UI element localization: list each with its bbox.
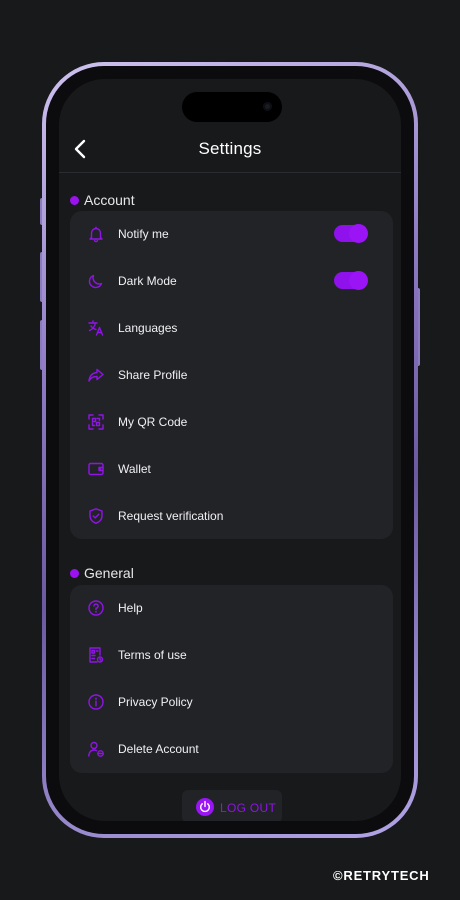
item-label: Delete Account: [118, 742, 199, 756]
bell-icon: [89, 226, 103, 243]
settings-item-wallet[interactable]: Wallet: [70, 446, 393, 493]
shield-check-icon: [89, 508, 103, 524]
item-label: Dark Mode: [118, 274, 177, 288]
camera-icon: [263, 102, 272, 111]
bullet-dot: [70, 195, 79, 205]
item-label: Languages: [118, 321, 178, 335]
settings-item-share-profile[interactable]: Share Profile: [70, 352, 393, 399]
settings-item-privacy-policy[interactable]: Privacy Policy: [70, 679, 393, 726]
settings-item-languages[interactable]: Languages: [70, 305, 393, 352]
settings-item-request-verification[interactable]: Request verification: [70, 493, 393, 540]
settings-item-notify-me[interactable]: Notify me: [70, 211, 393, 258]
logout-button[interactable]: LOG OUT: [182, 790, 282, 821]
item-label: Share Profile: [118, 368, 188, 382]
user-remove-icon: [88, 741, 104, 757]
section-label: General: [84, 565, 134, 581]
share-arrow-icon: [88, 368, 104, 382]
header: Settings: [59, 127, 401, 173]
item-label: Help: [118, 601, 143, 615]
settings-item-help[interactable]: Help: [70, 585, 393, 632]
item-label: Terms of use: [118, 648, 187, 662]
account-section-header: Account: [70, 192, 135, 208]
item-label: Privacy Policy: [118, 695, 193, 709]
item-label: Wallet: [118, 462, 151, 476]
item-label: My QR Code: [118, 415, 188, 429]
settings-screen: Settings Account Notify me Dark Mode Lan…: [59, 79, 401, 821]
dark-mode-toggle[interactable]: [334, 271, 368, 290]
toggle-knob: [349, 224, 368, 243]
page-title: Settings: [198, 139, 262, 158]
watermark: ©RETRYTECH: [333, 868, 430, 883]
help-icon: [88, 600, 104, 616]
settings-item-terms-of-use[interactable]: Terms of use: [70, 632, 393, 679]
document-icon: [89, 647, 104, 663]
logout-label: LOG OUT: [220, 801, 277, 815]
item-label: Request verification: [118, 509, 224, 523]
bullet-dot: [70, 568, 79, 578]
power-icon: [196, 798, 214, 816]
translate-icon: [88, 320, 104, 336]
general-card: Help Terms of use Privacy Policy Delete …: [70, 585, 393, 773]
section-label: Account: [84, 192, 135, 208]
toggle-knob: [349, 271, 368, 290]
phone-frame: Settings Account Notify me Dark Mode Lan…: [42, 62, 418, 838]
qr-code-icon: [88, 414, 104, 430]
general-section-header: General: [70, 565, 134, 581]
moon-icon: [88, 274, 103, 289]
info-icon: [88, 694, 104, 710]
account-card: Notify me Dark Mode Languages Share Prof…: [70, 211, 393, 539]
settings-item-delete-account[interactable]: Delete Account: [70, 726, 393, 773]
dynamic-island: [182, 92, 282, 122]
item-label: Notify me: [118, 227, 169, 241]
settings-item-dark-mode[interactable]: Dark Mode: [70, 258, 393, 305]
settings-item-my-qr-code[interactable]: My QR Code: [70, 399, 393, 446]
notify-me-toggle[interactable]: [334, 224, 368, 243]
wallet-icon: [88, 462, 104, 476]
